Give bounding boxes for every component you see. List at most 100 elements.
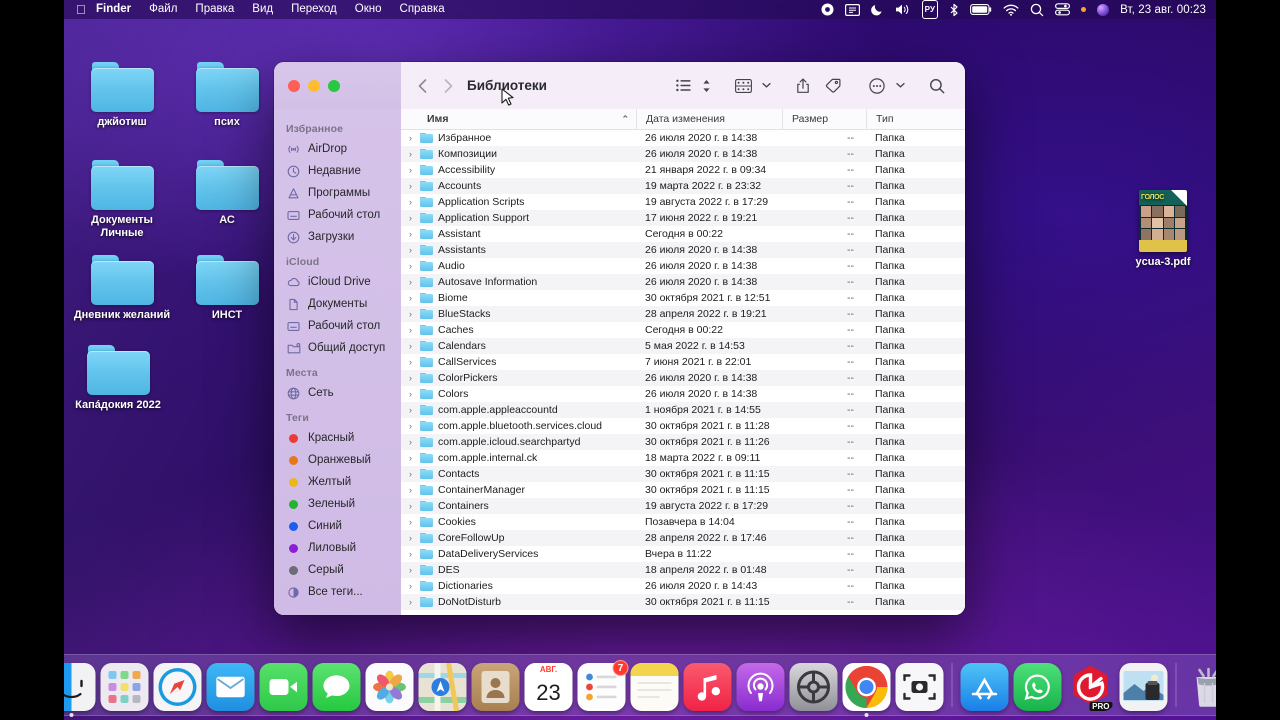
file-name-cell[interactable]: › com.apple.bluetooth.services.cloud: [401, 420, 636, 432]
disclosure-chevron-icon[interactable]: ›: [406, 389, 415, 399]
dock-item-whatsapp[interactable]: [1013, 663, 1062, 711]
table-row[interactable]: › Containers 19 августа 2022 г. в 17:29 -- П…: [401, 498, 965, 514]
window-controls[interactable]: [274, 62, 401, 109]
file-name-cell[interactable]: › com.apple.appleaccountd: [401, 404, 636, 416]
column-headers[interactable]: Имя ⌃ Дата изменения Размер Тип: [401, 108, 965, 130]
table-row[interactable]: › CoreFollowUp 28 апреля 2022 г. в 17:46 --…: [401, 530, 965, 546]
file-name-cell[interactable]: › Избранное: [401, 132, 636, 144]
table-row[interactable]: › Композиции 26 июля 2020 г. в 14:38 -- Папк…: [401, 146, 965, 162]
back-button[interactable]: [409, 74, 435, 98]
finder-sidebar[interactable]: Избранное AirDrop Недавние Программы Раб…: [274, 109, 401, 615]
maximize-button[interactable]: [328, 79, 340, 92]
control-center-icon[interactable]: [1055, 0, 1071, 19]
table-row[interactable]: › Audio 26 июля 2020 г. в 14:38 -- Папка: [401, 258, 965, 274]
disclosure-chevron-icon[interactable]: ›: [406, 261, 415, 271]
table-row[interactable]: › Assistants 26 июля 2020 г. в 14:38 -- Папк…: [401, 242, 965, 258]
disclosure-chevron-icon[interactable]: ›: [406, 597, 415, 607]
table-row[interactable]: › Application Support 17 июня 2022 г. в 19…: [401, 210, 965, 226]
desktop-icon-folder[interactable]: АС: [174, 160, 280, 227]
file-name-cell[interactable]: › Dictionaries: [401, 580, 636, 592]
disclosure-chevron-icon[interactable]: ›: [406, 565, 415, 575]
sidebar-item-network[interactable]: Сеть: [274, 382, 401, 404]
list-view-icon[interactable]: [668, 74, 698, 98]
dock-item-facetime[interactable]: [259, 663, 308, 711]
dock-item-notes[interactable]: [630, 663, 679, 711]
file-name-cell[interactable]: › Caches: [401, 324, 636, 336]
sidebar-tag-blue[interactable]: Синий: [274, 515, 401, 537]
dock-item-launchpad[interactable]: [100, 663, 149, 711]
disclosure-chevron-icon[interactable]: ›: [406, 213, 415, 223]
bluetooth-icon[interactable]: [949, 0, 959, 19]
dock-item-contacts[interactable]: [471, 663, 520, 711]
dock-item-system-settings[interactable]: [789, 663, 838, 711]
finder-window[interactable]: Библиотеки Избранное AirDrop Недавние Пр…: [274, 62, 965, 615]
disclosure-chevron-icon[interactable]: ›: [406, 277, 415, 287]
minimize-button[interactable]: [308, 79, 320, 92]
table-row[interactable]: › DataDeliveryServices Вчера в 11:22 -- Папк…: [401, 546, 965, 562]
column-header-date[interactable]: Дата изменения: [636, 108, 782, 130]
table-row[interactable]: › com.apple.internal.ck 18 марта 2022 г. в…: [401, 450, 965, 466]
sidebar-tag-orange[interactable]: Оранжевый: [274, 449, 401, 471]
dock-item-mail[interactable]: [206, 663, 255, 711]
sidebar-item-desktop-icloud[interactable]: Рабочий стол: [274, 315, 401, 337]
table-row[interactable]: › DoNotDisturb 30 октября 2021 г. в 11:15 -…: [401, 594, 965, 610]
dock-item-calendar[interactable]: Авг. 23: [524, 663, 573, 711]
table-row[interactable]: › Contacts 30 октября 2021 г. в 11:15 -- Пап…: [401, 466, 965, 482]
dock-item-chrome[interactable]: [842, 663, 891, 717]
menu-item-help[interactable]: Справка: [391, 0, 454, 19]
disclosure-chevron-icon[interactable]: ›: [406, 293, 415, 303]
table-row[interactable]: › Biome 30 октября 2021 г. в 12:51 -- Папка: [401, 290, 965, 306]
disclosure-chevron-icon[interactable]: ›: [406, 453, 415, 463]
desktop-icon-folder[interactable]: джйотиш: [69, 62, 175, 129]
table-row[interactable]: › ColorPickers 26 июля 2020 г. в 14:38 -- Па…: [401, 370, 965, 386]
dock-item-app-store[interactable]: [960, 663, 1009, 711]
file-name-cell[interactable]: › com.apple.icloud.searchpartyd: [401, 436, 636, 448]
sidebar-item-shared[interactable]: Общий доступ: [274, 337, 401, 359]
menu-item-view[interactable]: Вид: [243, 0, 282, 19]
table-row[interactable]: › CallServices 7 июня 2021 г. в 22:01 -- Пап…: [401, 354, 965, 370]
disclosure-chevron-icon[interactable]: ›: [406, 181, 415, 191]
file-name-cell[interactable]: › DataDeliveryServices: [401, 548, 636, 560]
table-row[interactable]: › Caches Сегодня в 00:22 -- Папка: [401, 322, 965, 338]
sidebar-tag-purple[interactable]: Лиловый: [274, 537, 401, 559]
window-titlebar[interactable]: Библиотеки: [274, 62, 965, 109]
table-row[interactable]: › Calendars 5 мая 2022 г. в 14:53 -- Папка: [401, 338, 965, 354]
dock-item-music[interactable]: [683, 663, 732, 711]
table-row[interactable]: › Colors 26 июля 2020 г. в 14:38 -- Папка: [401, 386, 965, 402]
sidebar-all-tags[interactable]: Все теги...: [274, 581, 401, 603]
file-name-cell[interactable]: › Contacts: [401, 468, 636, 480]
file-name-cell[interactable]: › Assistants: [401, 244, 636, 256]
file-name-cell[interactable]: › Autosave Information: [401, 276, 636, 288]
disclosure-chevron-icon[interactable]: ›: [406, 405, 415, 415]
file-name-cell[interactable]: › com.apple.internal.ck: [401, 452, 636, 464]
dock-item-trash[interactable]: [1185, 663, 1216, 711]
disclosure-chevron-icon[interactable]: ›: [406, 325, 415, 335]
file-name-cell[interactable]: › BlueStacks: [401, 308, 636, 320]
file-name-cell[interactable]: › Application Scripts: [401, 196, 636, 208]
table-row[interactable]: › ContainerManager 30 октября 2021 г. в 11…: [401, 482, 965, 498]
chevron-down-icon[interactable]: [892, 74, 908, 98]
desktop-icon-folder[interactable]: Капáдокия 2022: [65, 345, 171, 412]
table-row[interactable]: › com.apple.appleaccountd 1 ноября 2021 г.…: [401, 402, 965, 418]
sidebar-item-airdrop[interactable]: AirDrop: [274, 138, 401, 160]
menu-item-file[interactable]: Файл: [140, 0, 186, 19]
column-header-name[interactable]: Имя ⌃: [401, 109, 636, 130]
file-name-cell[interactable]: › DoNotDisturb: [401, 596, 636, 608]
file-name-cell[interactable]: › Audio: [401, 260, 636, 272]
sidebar-tag-yellow[interactable]: Желтый: [274, 471, 401, 493]
file-name-cell[interactable]: › Cookies: [401, 516, 636, 528]
sidebar-tag-green[interactable]: Зеленый: [274, 493, 401, 515]
volume-icon[interactable]: [895, 0, 911, 19]
sort-order-chevrons-icon[interactable]: [698, 74, 714, 98]
close-button[interactable]: [288, 79, 300, 92]
table-row[interactable]: › Accessibility 21 января 2022 г. в 09:34 -…: [401, 162, 965, 178]
table-row[interactable]: › Autosave Information 26 июля 2020 г. в 1…: [401, 274, 965, 290]
input-source-indicator[interactable]: РУ: [921, 0, 939, 19]
menubar-clock[interactable]: Вт, 23 авг. 00:23: [1120, 0, 1206, 19]
disclosure-chevron-icon[interactable]: ›: [406, 197, 415, 207]
battery-icon[interactable]: [970, 0, 992, 19]
group-by-icon[interactable]: [728, 74, 758, 98]
sidebar-item-icloud-drive[interactable]: iCloud Drive: [274, 271, 401, 293]
dock-item-messages[interactable]: [312, 663, 361, 711]
dock-item-photos[interactable]: [365, 663, 414, 711]
